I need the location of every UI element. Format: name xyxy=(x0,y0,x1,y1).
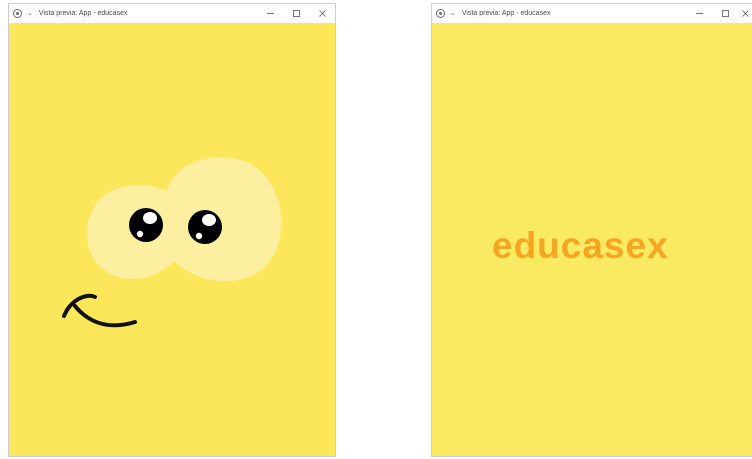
minimize-icon[interactable] xyxy=(257,4,283,23)
left-eye xyxy=(129,208,163,242)
face-blob xyxy=(86,157,282,282)
preview-window-right: ⌄ Vista previa: App - educasex educasex xyxy=(431,3,752,457)
brand-logo-text: educasex xyxy=(492,225,669,266)
close-icon[interactable] xyxy=(738,4,752,23)
window-title: Vista previa: App - educasex xyxy=(38,10,128,17)
window-title: Vista previa: App - educasex xyxy=(461,10,551,17)
close-icon[interactable] xyxy=(309,4,335,23)
chevron-down-icon[interactable]: ⌄ xyxy=(450,10,456,17)
app-icon[interactable] xyxy=(436,9,445,18)
window-controls xyxy=(257,4,335,23)
title-bar[interactable]: ⌄ Vista previa: App - educasex xyxy=(432,4,752,23)
maximize-icon[interactable] xyxy=(712,4,738,23)
preview-canvas: educasex xyxy=(432,23,752,456)
preview-canvas xyxy=(9,23,335,456)
minimize-icon[interactable] xyxy=(686,4,712,23)
window-controls xyxy=(686,4,752,23)
maximize-icon[interactable] xyxy=(283,4,309,23)
title-bar[interactable]: ⌄ Vista previa: App - educasex xyxy=(9,4,335,23)
right-eye xyxy=(188,210,222,244)
face-illustration xyxy=(62,157,282,328)
app-icon[interactable] xyxy=(13,9,22,18)
preview-window-left: ⌄ Vista previa: App - educasex xyxy=(8,3,336,457)
mouth-curve xyxy=(62,293,137,328)
chevron-down-icon[interactable]: ⌄ xyxy=(27,10,33,17)
